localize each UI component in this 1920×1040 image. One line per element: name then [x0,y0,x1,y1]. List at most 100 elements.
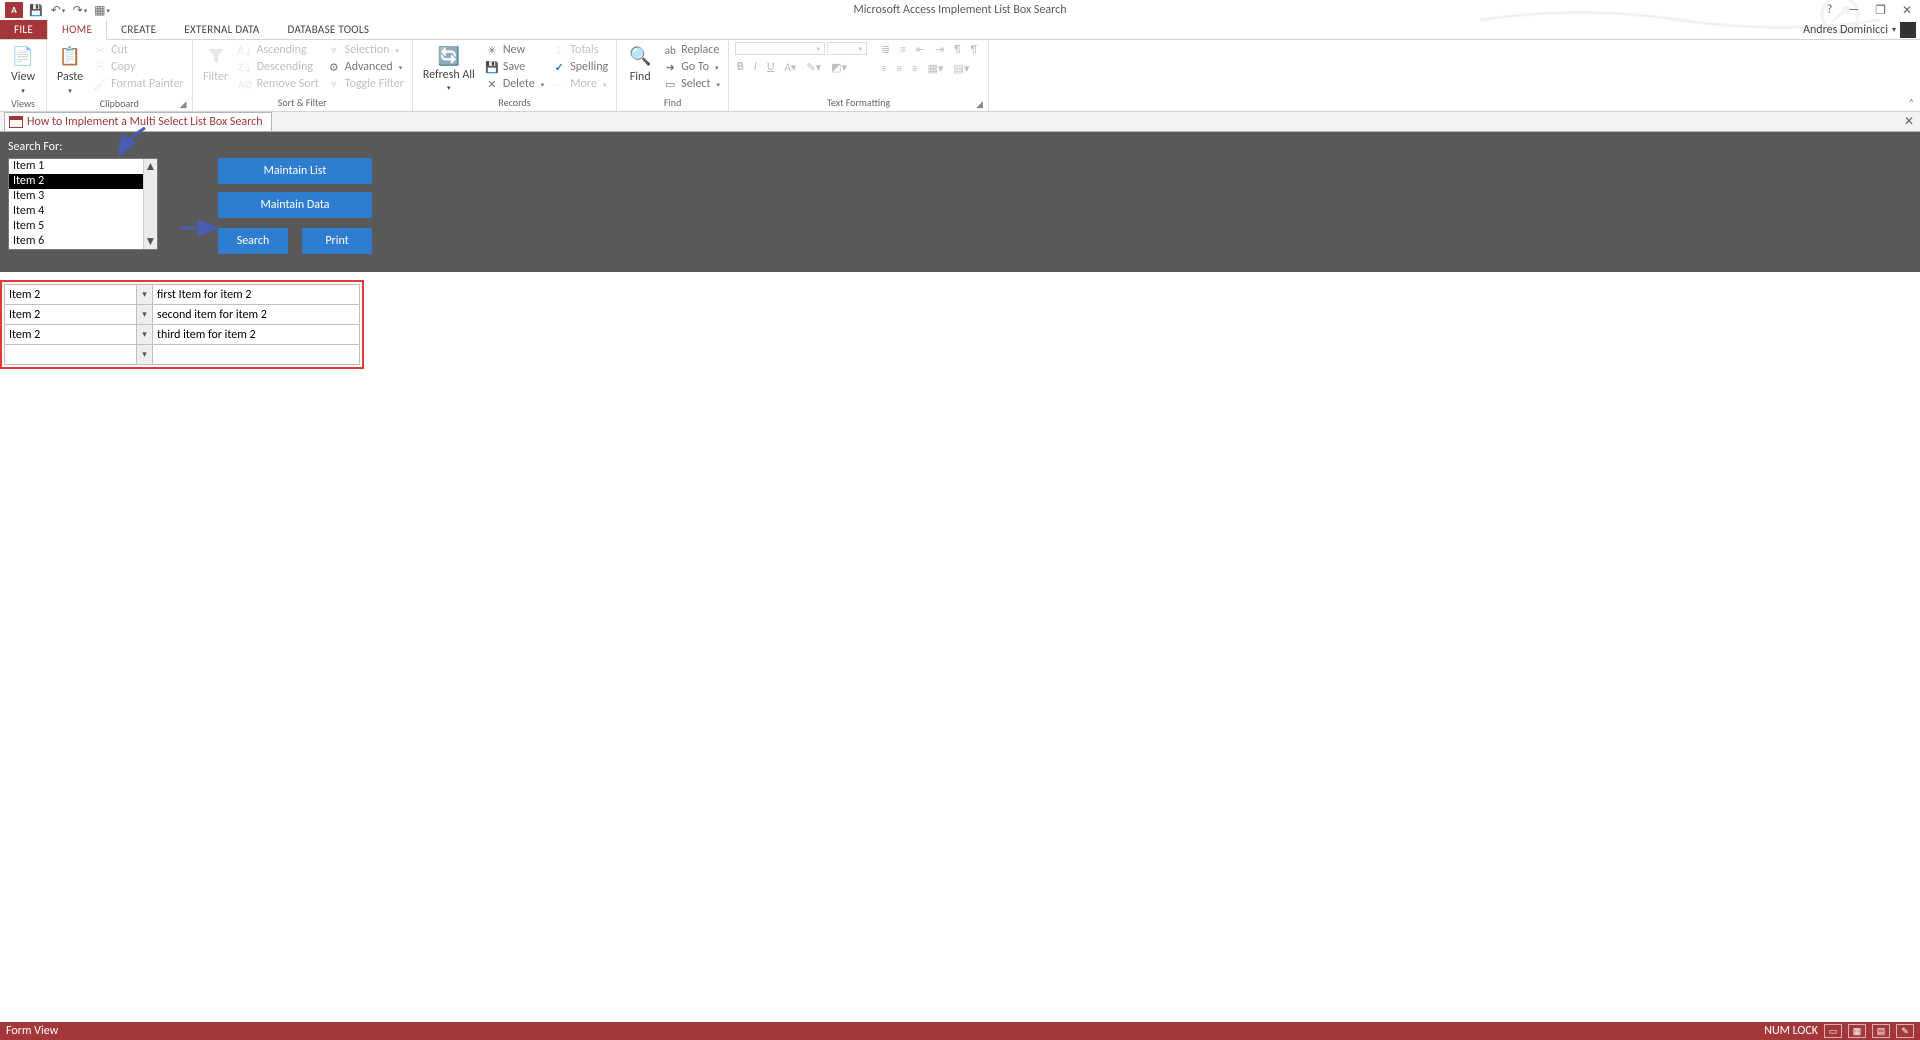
ascending-button[interactable]: A↓Ascending [237,42,321,58]
select-button[interactable]: ▭Select▾ [661,76,722,92]
tab-create[interactable]: CREATE [107,20,170,39]
view-design-button[interactable]: ✎ [1896,1024,1914,1038]
remove-sort-button[interactable]: A⊘Remove Sort [237,76,321,92]
qat-redo-button[interactable]: ↷▾ [70,1,90,19]
underline-button[interactable]: U [765,59,777,75]
listbox-item[interactable]: Item 5 [9,219,143,234]
dropdown-icon: ▾ [817,44,821,53]
qat-undo-button[interactable]: ↶▾ [48,1,68,19]
view-datasheet-button[interactable]: ▦ [1848,1024,1866,1038]
alt-row-button[interactable]: ▤▾ [951,61,971,76]
qat-customize-button[interactable]: ▦▾ [92,1,112,19]
new-record-button[interactable]: ✳New [483,42,546,58]
redo-icon: ↷ [73,3,83,18]
tab-external-data[interactable]: EXTERNAL DATA [170,20,273,39]
search-listbox[interactable]: Item 1Item 2Item 3Item 4Item 5Item 6 ▲ ▼ [8,158,158,250]
align-left-button[interactable]: ≡ [879,61,888,76]
view-form-button[interactable]: ▭ [1824,1024,1842,1038]
ltr-button[interactable]: ¶ [952,42,962,57]
numbering-button[interactable]: ≡ [898,42,907,57]
copy-button[interactable]: ⎘Copy [91,59,186,75]
highlight-button[interactable]: ✎▾ [804,59,823,75]
tab-home[interactable]: HOME [47,19,107,40]
totals-button[interactable]: ΣTotals [550,42,610,58]
result-desc-cell[interactable]: second item for item 2 [153,305,360,325]
descending-button[interactable]: Z↓Descending [237,59,321,75]
dropdown-icon: ▾ [399,63,403,72]
dropdown-icon[interactable]: ▾ [136,285,152,304]
restore-button[interactable]: ❐ [1871,3,1890,18]
dropdown-icon[interactable]: ▾ [136,325,152,344]
view-layout-button[interactable]: ▤ [1872,1024,1890,1038]
font-color-button[interactable]: A▾ [783,59,799,75]
listbox-scrollbar[interactable]: ▲ ▼ [143,159,157,249]
textformat-dialog-launcher[interactable]: ◢ [976,99,986,109]
status-left: Form View [6,1024,58,1038]
title-bar: A 💾 ↶▾ ↷▾ ▦▾ Microsoft Access Implement … [0,0,1920,20]
dropdown-icon[interactable]: ▾ [136,345,152,364]
document-tab[interactable]: How to Implement a Multi Select List Box… [4,112,272,131]
selection-button[interactable]: ▼Selection▾ [325,42,406,58]
result-combo-cell[interactable]: Item 2▾ [5,305,153,325]
dropdown-icon[interactable]: ▾ [136,305,152,324]
spelling-button[interactable]: ✓Spelling [550,59,610,75]
find-button[interactable]: 🔍 Find [623,42,657,86]
indent-inc-button[interactable]: ⇥ [933,42,946,57]
result-desc-cell[interactable]: third item for item 2 [153,325,360,345]
search-button[interactable]: Search [218,228,288,254]
minimize-button[interactable]: — [1844,3,1863,17]
result-desc-cell[interactable]: first Item for item 2 [153,285,360,305]
advanced-button[interactable]: ⚙Advanced▾ [325,59,406,75]
font-combo[interactable]: ▾ [735,42,825,55]
more-button[interactable]: ⋯More▾ [550,76,610,92]
bold-button[interactable]: B [735,59,746,75]
replace-button[interactable]: abReplace [661,42,722,58]
delete-record-button[interactable]: ✕Delete▾ [483,76,546,92]
scroll-down-icon[interactable]: ▼ [145,234,157,249]
rtl-button[interactable]: ¶ [969,42,979,57]
result-combo-cell[interactable]: Item 2▾ [5,325,153,345]
listbox-item[interactable]: Item 2 [9,174,143,189]
close-button[interactable]: ✕ [1898,3,1916,18]
gridlines-button[interactable]: ▦▾ [926,61,946,76]
delete-label: Delete [503,77,535,91]
toggle-filter-button[interactable]: ▼Toggle Filter [325,76,406,92]
tab-file[interactable]: FILE [0,20,47,39]
filter-button[interactable]: Filter [199,42,233,86]
document-close-button[interactable]: ✕ [1904,114,1914,129]
maintain-data-button[interactable]: Maintain Data [218,192,372,218]
format-painter-button[interactable]: 🖌Format Painter [91,76,186,92]
scroll-up-icon[interactable]: ▲ [145,159,157,174]
cut-button[interactable]: ✂Cut [91,42,186,58]
user-area[interactable]: Andres Dominicci ▾ [1803,22,1916,38]
qat-save-button[interactable]: 💾 [26,1,46,19]
clipboard-dialog-launcher[interactable]: ◢ [180,99,190,109]
fill-button[interactable]: ◩▾ [829,59,849,75]
result-combo-cell[interactable]: Item 2▾ [5,285,153,305]
tab-database-tools[interactable]: DATABASE TOOLS [274,20,384,39]
align-center-button[interactable]: ≡ [895,61,904,76]
italic-button[interactable]: I [752,59,759,75]
listbox-item[interactable]: Item 6 [9,234,143,249]
fontsize-combo[interactable]: ▾ [827,42,867,55]
print-button[interactable]: Print [302,228,372,254]
goto-button[interactable]: ➜Go To▾ [661,59,722,75]
listbox-item[interactable]: Item 4 [9,204,143,219]
help-button[interactable]: ? [1823,3,1837,17]
align-right-button[interactable]: ≡ [910,61,919,76]
listbox-item[interactable]: Item 3 [9,189,143,204]
paste-button[interactable]: 📋 Paste ▾ [53,42,87,97]
indent-dec-button[interactable]: ⇤ [914,42,927,57]
dropdown-icon: ▾ [62,6,66,15]
result-desc-cell[interactable] [153,345,360,365]
view-button[interactable]: 📄 View ▾ [6,42,40,97]
refresh-all-button[interactable]: 🔄 Refresh All ▾ [419,42,479,94]
save-record-button[interactable]: 💾Save [483,59,546,75]
ribbon-collapse-button[interactable]: ˄ [1909,96,1914,109]
listbox-item[interactable]: Item 1 [9,159,143,174]
dropdown-icon: ▾ [715,63,719,72]
maintain-list-button[interactable]: Maintain List [218,158,372,184]
result-combo-cell[interactable]: ▾ [5,345,153,365]
format-painter-label: Format Painter [111,77,184,91]
bullets-button[interactable]: ≣ [879,42,892,57]
